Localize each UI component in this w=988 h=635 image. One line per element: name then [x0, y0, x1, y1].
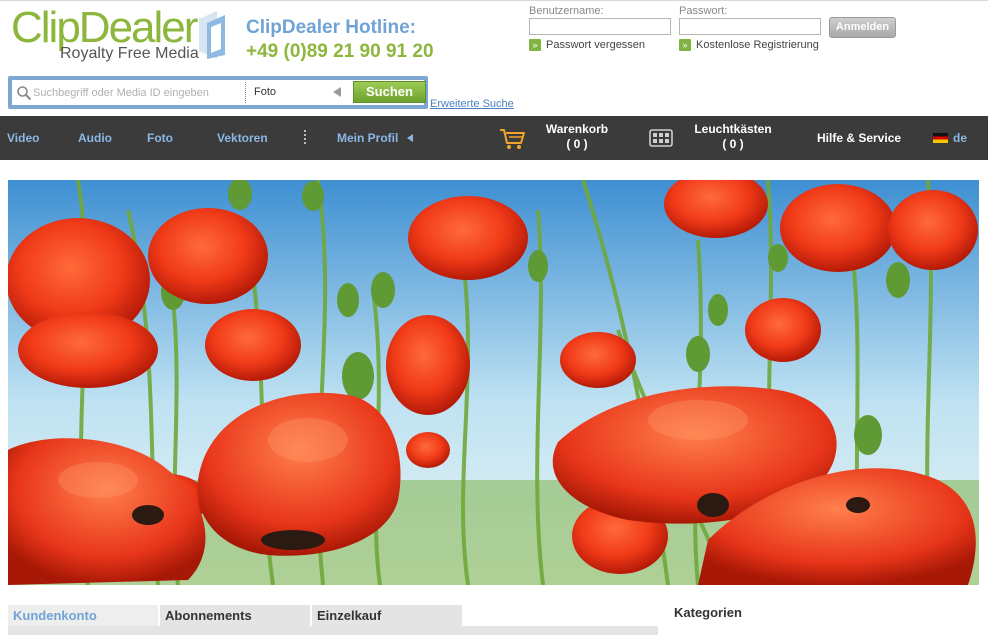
leuchtkaesten-label: Leuchtkästen	[694, 122, 772, 136]
tab-einzelkauf[interactable]: Einzelkauf	[312, 605, 462, 626]
german-flag-icon	[933, 133, 948, 143]
nav-foto[interactable]: Foto	[147, 116, 173, 160]
hero-image-poppies[interactable]	[8, 180, 979, 585]
arrow-right-icon: »	[679, 39, 691, 51]
nav-audio[interactable]: Audio	[78, 116, 112, 160]
mein-profil-label: Mein Profil	[337, 131, 399, 145]
hotline-title: ClipDealer Hotline:	[246, 17, 416, 38]
search-bar: Foto Suchen	[8, 76, 428, 109]
register-label: Kostenlose Registrierung	[696, 39, 819, 51]
lightbox-icon[interactable]	[649, 129, 673, 147]
arrow-right-icon: »	[529, 39, 541, 51]
nav-leuchtkaesten[interactable]: Leuchtkästen ( 0 )	[689, 122, 777, 152]
triangle-left-icon	[407, 134, 414, 142]
tab-panel-strip	[8, 626, 658, 635]
forgot-password-link[interactable]: » Passwort vergessen	[529, 39, 645, 51]
logo-mark-icon	[199, 11, 225, 59]
login-button[interactable]: Anmelden	[829, 17, 896, 38]
warenkorb-count: ( 0 )	[566, 137, 588, 151]
nav-vektoren[interactable]: Vektoren	[217, 116, 268, 160]
nav-hilfe-service[interactable]: Hilfe & Service	[817, 116, 901, 160]
username-label: Benutzername:	[529, 5, 604, 17]
forgot-password-label: Passwort vergessen	[546, 39, 646, 51]
search-inner: Foto Suchen	[12, 80, 426, 105]
nav-separator	[304, 130, 307, 146]
media-type-value: Foto	[254, 86, 277, 98]
tab-kundenkonto[interactable]: Kundenkonto	[8, 605, 158, 626]
search-button[interactable]: Suchen	[353, 81, 426, 103]
shopping-cart-icon[interactable]	[499, 128, 526, 150]
logo-tagline: Royalty Free Media	[60, 45, 199, 62]
page: ClipDealer Royalty Free Media ClipDealer…	[0, 0, 988, 635]
nav-video[interactable]: Video	[7, 116, 39, 160]
language-switch[interactable]: de	[933, 116, 967, 160]
hotline-number: +49 (0)89 21 90 91 20	[246, 41, 434, 62]
language-label: de	[953, 131, 968, 145]
media-type-select[interactable]: Foto	[245, 82, 345, 103]
tab-abonnements[interactable]: Abonnements	[160, 605, 310, 626]
username-field[interactable]	[529, 18, 671, 35]
dropdown-arrow-icon	[333, 87, 341, 97]
main-nav: Video Audio Foto Vektoren Mein Profil Wa…	[0, 116, 988, 160]
register-link[interactable]: » Kostenlose Registrierung	[679, 39, 819, 51]
nav-warenkorb[interactable]: Warenkorb ( 0 )	[540, 122, 614, 152]
nav-mein-profil[interactable]: Mein Profil	[337, 116, 414, 160]
categories-title: Kategorien	[674, 605, 742, 620]
search-icon	[17, 86, 32, 101]
clipdealer-logo[interactable]: ClipDealer Royalty Free Media	[11, 5, 199, 65]
warenkorb-label: Warenkorb	[545, 122, 609, 136]
advanced-search-link[interactable]: Erweiterte Suche	[430, 98, 514, 110]
password-label: Passwort:	[679, 5, 728, 17]
leuchtkaesten-count: ( 0 )	[722, 137, 744, 151]
search-input[interactable]	[33, 83, 243, 103]
password-field[interactable]	[679, 18, 821, 35]
